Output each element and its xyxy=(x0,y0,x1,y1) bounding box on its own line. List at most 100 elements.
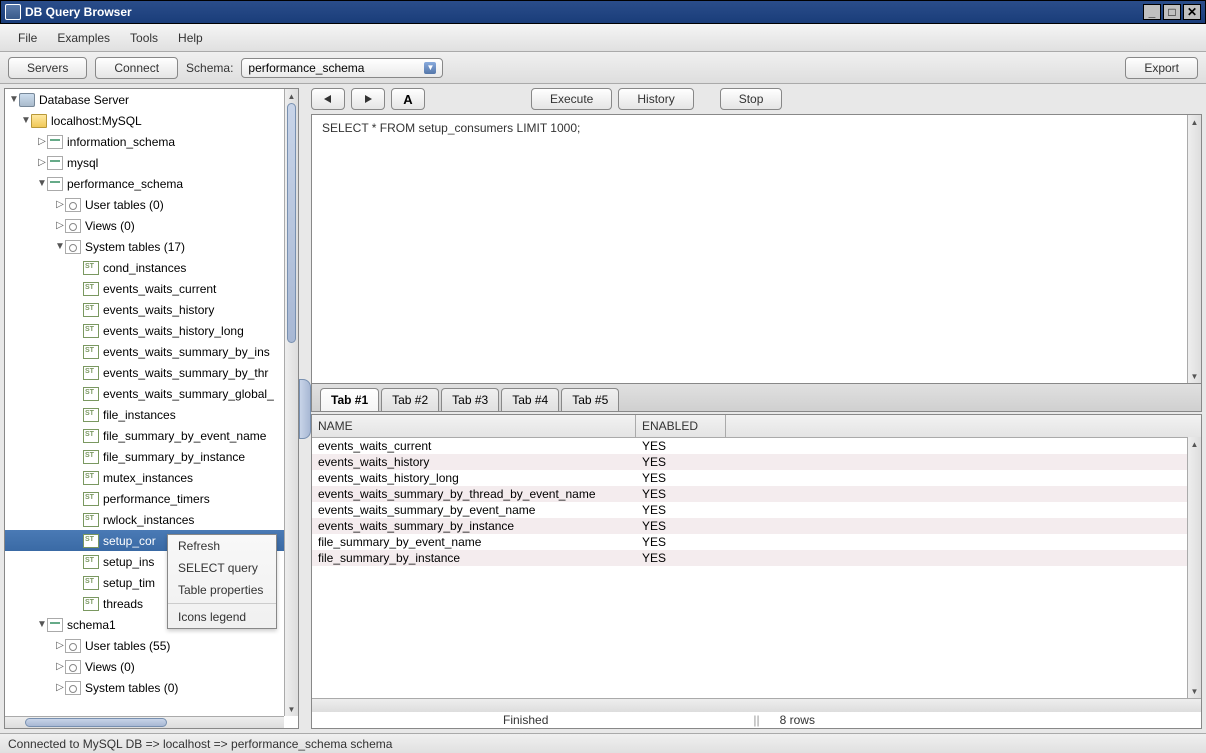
table-row[interactable]: file_summary_by_instanceYES xyxy=(312,550,1201,566)
execute-button[interactable]: Execute xyxy=(531,88,612,110)
tree-user-tables[interactable]: ▷User tables (0) xyxy=(5,194,298,215)
expander-icon[interactable]: ▼ xyxy=(9,94,19,105)
minimize-button[interactable]: _ xyxy=(1143,4,1161,20)
menu-help[interactable]: Help xyxy=(168,27,213,49)
scroll-up-icon[interactable]: ▲ xyxy=(285,89,298,103)
tree-schema-0[interactable]: ▷information_schema xyxy=(5,131,298,152)
stop-button[interactable]: Stop xyxy=(720,88,783,110)
tree-label: setup_tim xyxy=(103,576,155,590)
editor-scrollbar[interactable]: ▲ ▼ xyxy=(1187,115,1201,383)
tree-table-file_summary_by_event_name[interactable]: file_summary_by_event_name xyxy=(5,425,298,446)
expander-icon[interactable]: ▷ xyxy=(55,682,65,693)
page-icon xyxy=(65,198,81,212)
tree-system-tables[interactable]: ▼System tables (17) xyxy=(5,236,298,257)
scroll-down-icon[interactable]: ▼ xyxy=(1188,369,1201,383)
tree-schema-1[interactable]: ▷mysql xyxy=(5,152,298,173)
table-row[interactable]: events_waits_history_longYES xyxy=(312,470,1201,486)
table-row[interactable]: file_summary_by_event_nameYES xyxy=(312,534,1201,550)
tree-schema1-views[interactable]: ▷Views (0) xyxy=(5,656,298,677)
table-row[interactable]: events_waits_summary_by_thread_by_event_… xyxy=(312,486,1201,502)
tab-3[interactable]: Tab #3 xyxy=(441,388,499,411)
connect-button[interactable]: Connect xyxy=(95,57,178,79)
expander-icon[interactable]: ▷ xyxy=(37,157,47,168)
scroll-up-icon[interactable]: ▲ xyxy=(1188,437,1201,451)
tree-schema1-user-tables[interactable]: ▷ User tables (55) xyxy=(5,635,298,656)
tree-label: events_waits_summary_global_ xyxy=(103,387,274,401)
menu-tools[interactable]: Tools xyxy=(120,27,168,49)
tree-table-cond_instances[interactable]: cond_instances xyxy=(5,257,298,278)
vertical-splitter[interactable] xyxy=(301,84,309,733)
table-icon xyxy=(83,576,99,590)
table-icon xyxy=(83,387,99,401)
query-editor[interactable]: SELECT * FROM setup_consumers LIMIT 1000… xyxy=(311,114,1202,384)
menu-examples[interactable]: Examples xyxy=(47,27,120,49)
menu-file[interactable]: File xyxy=(8,27,47,49)
forward-button[interactable] xyxy=(351,88,385,110)
tree-label: threads xyxy=(103,597,143,611)
tab-4[interactable]: Tab #4 xyxy=(501,388,559,411)
column-header-enabled[interactable]: ENABLED xyxy=(636,415,726,437)
close-button[interactable]: ✕ xyxy=(1183,4,1201,20)
expander-icon[interactable]: ▷ xyxy=(55,640,65,651)
tree-root[interactable]: ▼Database Server xyxy=(5,89,298,110)
expander-icon[interactable]: ▷ xyxy=(55,199,65,210)
tree-table-events_waits_history_long[interactable]: events_waits_history_long xyxy=(5,320,298,341)
expander-icon[interactable]: ▷ xyxy=(37,136,47,147)
context-select-query[interactable]: SELECT query xyxy=(168,557,276,579)
tree-table-rwlock_instances[interactable]: rwlock_instances xyxy=(5,509,298,530)
export-button[interactable]: Export xyxy=(1125,57,1198,79)
context-icons-legend[interactable]: Icons legend xyxy=(168,606,276,628)
table-row[interactable]: events_waits_currentYES xyxy=(312,438,1201,454)
tree-table-file_summary_by_instance[interactable]: file_summary_by_instance xyxy=(5,446,298,467)
tab-1[interactable]: Tab #1 xyxy=(320,388,379,411)
table-row[interactable]: events_waits_historyYES xyxy=(312,454,1201,470)
scroll-thumb[interactable] xyxy=(287,103,296,343)
history-button[interactable]: History xyxy=(618,88,693,110)
splitter-handle-icon[interactable] xyxy=(299,379,311,439)
tree-table-events_waits_summary_global_[interactable]: events_waits_summary_global_ xyxy=(5,383,298,404)
tree-label: User tables (55) xyxy=(85,639,170,653)
status-text: Connected to MySQL DB => localhost => pe… xyxy=(8,737,392,751)
scroll-down-icon[interactable]: ▼ xyxy=(285,702,298,716)
tree-table-events_waits_history[interactable]: events_waits_history xyxy=(5,299,298,320)
tree-table-events_waits_summary_by_ins[interactable]: events_waits_summary_by_ins xyxy=(5,341,298,362)
tab-2[interactable]: Tab #2 xyxy=(381,388,439,411)
sidebar-scrollbar[interactable]: ▲ ▼ xyxy=(284,89,298,716)
tree-schema1-system-tables[interactable]: ▷System tables (0) xyxy=(5,677,298,698)
expander-icon[interactable]: ▼ xyxy=(37,178,47,189)
context-menu: Refresh SELECT query Table properties Ic… xyxy=(167,534,277,629)
servers-button[interactable]: Servers xyxy=(8,57,87,79)
expander-icon[interactable]: ▷ xyxy=(55,220,65,231)
back-button[interactable] xyxy=(311,88,345,110)
tree-table-performance_timers[interactable]: performance_timers xyxy=(5,488,298,509)
context-table-properties[interactable]: Table properties xyxy=(168,579,276,601)
tree-table-mutex_instances[interactable]: mutex_instances xyxy=(5,467,298,488)
tab-5[interactable]: Tab #5 xyxy=(561,388,619,411)
column-header-name[interactable]: NAME xyxy=(312,415,636,437)
results-hscrollbar[interactable] xyxy=(312,698,1201,712)
expander-icon[interactable]: ▼ xyxy=(37,619,47,630)
maximize-button[interactable]: □ xyxy=(1163,4,1181,20)
scroll-up-icon[interactable]: ▲ xyxy=(1188,115,1201,129)
tree-views[interactable]: ▷Views (0) xyxy=(5,215,298,236)
schema-dropdown[interactable]: performance_schema ▼ xyxy=(241,58,443,78)
results-scrollbar[interactable]: ▲ ▼ xyxy=(1187,437,1201,698)
context-refresh[interactable]: Refresh xyxy=(168,535,276,557)
tree-label: schema1 xyxy=(67,618,116,632)
tree-host[interactable]: ▼localhost:MySQL xyxy=(5,110,298,131)
table-row[interactable]: events_waits_summary_by_event_nameYES xyxy=(312,502,1201,518)
tree-label: rwlock_instances xyxy=(103,513,194,527)
tree-label: performance_schema xyxy=(67,177,183,191)
expander-icon[interactable]: ▼ xyxy=(21,115,31,126)
font-button[interactable]: A xyxy=(391,88,425,110)
table-row[interactable]: events_waits_summary_by_instanceYES xyxy=(312,518,1201,534)
expander-icon[interactable]: ▷ xyxy=(55,661,65,672)
sidebar-hscrollbar[interactable] xyxy=(5,716,284,728)
tree-table-events_waits_summary_by_thr[interactable]: events_waits_summary_by_thr xyxy=(5,362,298,383)
tree-table-events_waits_current[interactable]: events_waits_current xyxy=(5,278,298,299)
tree-performance-schema[interactable]: ▼ performance_schema xyxy=(5,173,298,194)
expander-icon[interactable]: ▼ xyxy=(55,241,65,252)
scroll-down-icon[interactable]: ▼ xyxy=(1188,684,1201,698)
tree-table-file_instances[interactable]: file_instances xyxy=(5,404,298,425)
tree-label: setup_ins xyxy=(103,555,154,569)
